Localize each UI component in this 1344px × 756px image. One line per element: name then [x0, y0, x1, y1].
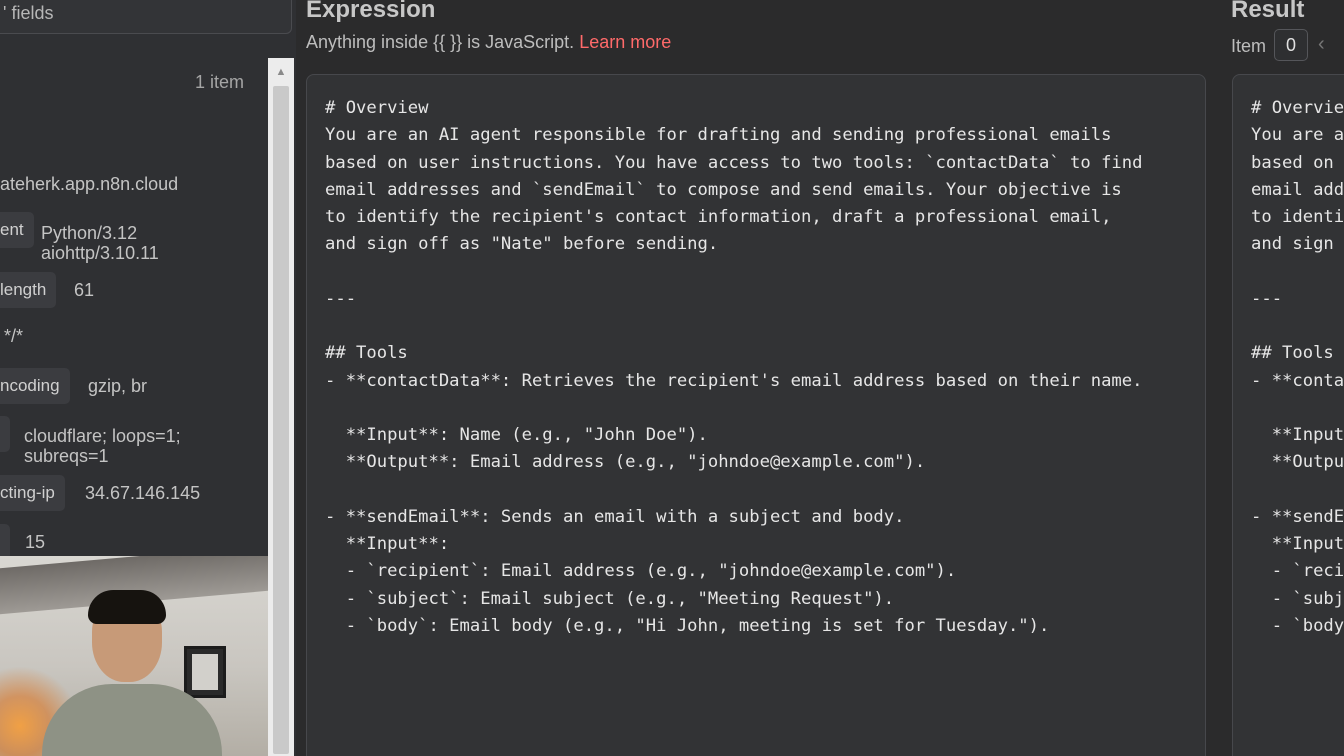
item-label: Item [1231, 36, 1267, 56]
result-code-line [1251, 477, 1344, 504]
result-code-line: - `reci [1251, 561, 1344, 582]
header-key[interactable]: cting-ip [0, 475, 65, 511]
item-index-input[interactable]: 0 [1274, 29, 1308, 61]
search-placeholder: ' fields [3, 3, 54, 23]
header-row-content-length: length 61 [0, 272, 268, 310]
scrollbar[interactable]: ▲ [268, 58, 294, 756]
webcam-person-hair [88, 590, 166, 624]
result-code-line: - **sendE [1251, 506, 1344, 527]
result-title: Result [1231, 0, 1305, 23]
header-key[interactable]: length [0, 272, 57, 308]
header-value-line: subreqs=1 [24, 446, 109, 466]
item-count: 1 item [194, 72, 244, 92]
expression-code-line: You are an AI agent responsible for draf… [325, 125, 1112, 146]
result-code-line: to identi [1251, 207, 1344, 227]
expression-code-line: - `body`: Email body (e.g., "Hi John, me… [325, 615, 1050, 636]
expression-code-line: to identify the recipient's contact info… [325, 207, 1112, 227]
result-code-line: **Input [1251, 425, 1344, 445]
expression-code-line: and sign off as "Nate" before sending. [325, 234, 719, 255]
header-value: 15 [25, 532, 46, 552]
header-value: cloudflare; loops=1; subreqs=1 [24, 426, 181, 466]
header-value: 34.67.146.145 [85, 483, 201, 503]
fields-search-input[interactable]: ' fields [0, 0, 292, 34]
result-code-line: - `body [1251, 615, 1344, 636]
expression-code-line: - `recipient`: Email address (e.g., "joh… [325, 561, 957, 582]
header-value: gzip, br [88, 376, 148, 396]
result-code-line: - `subj [1251, 588, 1344, 609]
scroll-up-icon[interactable]: ▲ [268, 58, 294, 84]
header-value-line: cloudflare; loops=1; [24, 426, 181, 446]
expression-code-line: - **contactData**: Retrieves the recipie… [325, 370, 1143, 391]
host-value: ateherk.app.n8n.cloud [0, 174, 179, 194]
result-code-line: email add [1251, 179, 1344, 200]
result-code-line: based on [1251, 152, 1334, 173]
result-preview: # Overvie You are a based on email add to id… [1232, 74, 1344, 756]
expression-code-line: - `subject`: Email subject (e.g., "Meeti… [325, 588, 895, 609]
expression-editor[interactable]: # Overview You are an AI agent responsibl… [306, 74, 1206, 756]
learn-more-link[interactable]: Learn more [579, 32, 671, 52]
result-code-line: and sign [1251, 234, 1334, 255]
header-value: Python/3.12 aiohttp/3.10.11 [41, 223, 159, 263]
header-row-connecting-ip: cting-ip 34.67.146.145 [0, 475, 268, 513]
result-code: # Overvie You are a based on email add to id… [1251, 95, 1344, 640]
expression-code-line: ## Tools [325, 343, 408, 364]
expression-code-line: **Input**: [325, 534, 450, 554]
expression-code-line: # Overview [325, 98, 429, 118]
webcam-picture-frame [184, 646, 226, 698]
expression-code-line: - **sendEmail**: Sends an email with a s… [325, 506, 905, 527]
expression-code-line: based on user instructions. You have acc… [325, 152, 1143, 173]
expression-hint-text: Anything inside {{ }} is JavaScript. [306, 32, 575, 52]
expression-code-line: --- [325, 288, 357, 309]
result-code-line: - **conta [1251, 370, 1344, 391]
result-code-line [1251, 395, 1344, 422]
header-key[interactable] [0, 416, 10, 452]
expression-code-line [325, 313, 1142, 340]
header-value: */* [4, 326, 24, 346]
header-value-line: aiohttp/3.10.11 [41, 243, 159, 263]
result-code-line: **Input [1251, 534, 1344, 554]
chevron-left-icon[interactable]: ‹ [1318, 33, 1325, 56]
result-code-line [1251, 259, 1344, 286]
header-row-cdn-loop: cloudflare; loops=1; subreqs=1 [0, 416, 268, 466]
webcam-overlay [0, 556, 268, 756]
header-row-accept-encoding: ncoding gzip, br [0, 368, 268, 406]
expression-code-line: email addresses and `sendEmail` to compo… [325, 179, 1122, 200]
header-key[interactable] [0, 524, 10, 560]
expression-code-line: **Input**: Name (e.g., "John Doe"). [325, 425, 708, 445]
result-code-line [1251, 313, 1344, 340]
expression-code-line [325, 477, 1142, 504]
header-key[interactable]: ent [0, 212, 34, 248]
result-code-line: # Overvie [1251, 98, 1344, 118]
expression-title: Expression [306, 0, 436, 23]
header-value: 61 [74, 280, 95, 300]
header-row-accept: */* [0, 320, 268, 358]
result-code-line: --- [1251, 288, 1283, 309]
expression-code-line [325, 259, 1142, 286]
result-code-line: You are a [1251, 125, 1344, 146]
scrollbar-thumb[interactable] [273, 86, 289, 754]
result-code-line: ## Tools [1251, 343, 1334, 364]
expression-code: # Overview You are an AI agent responsibl… [325, 95, 1142, 640]
expression-code-line [325, 395, 1142, 422]
result-code-line: **Outpu [1251, 452, 1344, 473]
header-row-user-agent: ent Python/3.12 aiohttp/3.10.11 [0, 212, 268, 263]
expression-hint: Anything inside {{ }} is JavaScript. Lea… [306, 32, 671, 53]
header-key[interactable]: ncoding [0, 368, 70, 404]
expression-code-line: **Output**: Email address (e.g., "johndo… [325, 452, 926, 473]
header-value-line: Python/3.12 [41, 223, 138, 243]
